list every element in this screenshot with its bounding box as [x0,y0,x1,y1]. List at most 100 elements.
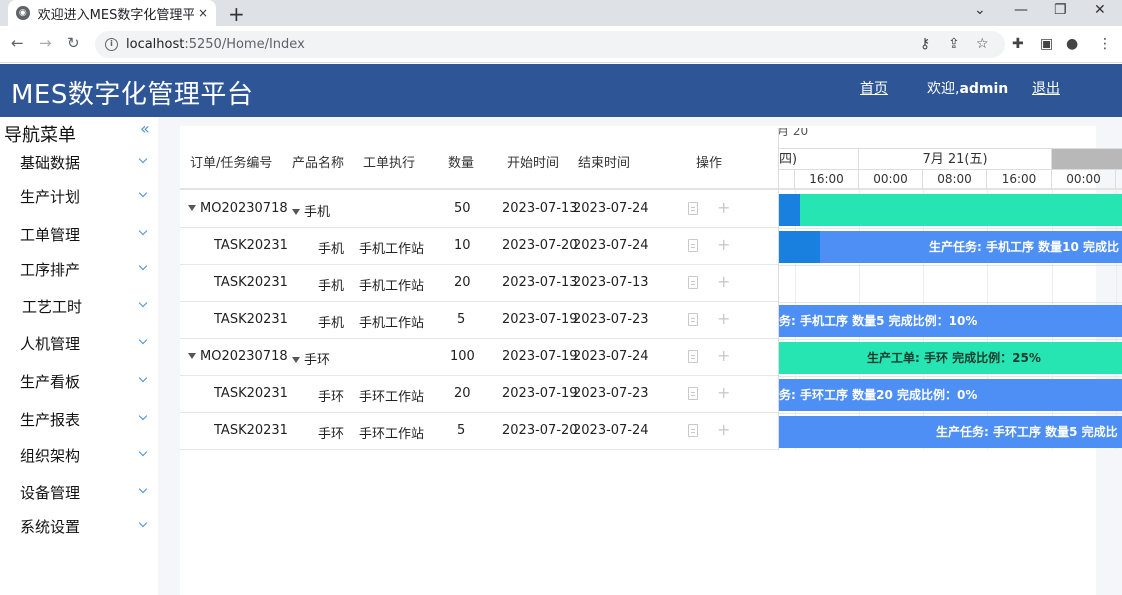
reload-icon[interactable]: ↻ [67,34,80,52]
key-icon[interactable]: ⚷ [920,36,930,52]
sidebar-item-settings[interactable]: 系统设置 [20,516,158,544]
share-icon[interactable]: ⇪ [948,36,960,52]
logout-link[interactable]: 退出 [1032,78,1060,98]
sidebar-item-work-orders[interactable]: 工单管理 [20,224,158,252]
product-name-text: 手机 [304,205,331,220]
qty: 100 [450,349,475,364]
gantt-bar-task[interactable]: 务: 手环工序 数量20 完成比例：0% [779,379,1122,411]
gantt-bar-task[interactable]: 生产任务: 手环工序 数量5 完成比 [779,416,1122,448]
gantt-row-line [779,413,1122,414]
restore-icon[interactable]: ❐ [1054,2,1067,18]
sidebar-item-label: 工艺工时 [22,298,83,316]
document-icon[interactable] [688,424,698,437]
sidebar-item-equipment[interactable]: 设备管理 [20,482,158,510]
add-icon[interactable]: + [717,383,730,402]
order-code[interactable]: MO20230718( [188,349,288,364]
chevron-down-icon [138,484,148,494]
new-tab-button[interactable]: + [228,2,245,26]
gantt-scale-top: 月 20 [779,128,1122,148]
gantt-chart[interactable]: 月 20 四) 7月 21(五) 7 16:00 00:00 08:00 16:… [778,128,1122,450]
sidebar-item-organization[interactable]: 组织架构 [20,445,158,473]
extension-icon[interactable]: ✚ [1012,36,1024,52]
browser-tab[interactable]: ◉ 欢迎进入MES数字化管理平 × [8,0,216,26]
sidebar-item-label: 工序排产 [20,261,81,279]
address-bar[interactable]: i localhost:5250/Home/Index [95,31,1005,58]
document-icon[interactable] [688,202,698,215]
welcome-prefix: 欢迎, [927,81,960,97]
header-order[interactable]: 订单/任务编号 [190,152,272,171]
gantt-hour: 16:00 [795,170,859,190]
header-station[interactable]: 工单执行 [363,152,415,171]
sidebar-item-man-machine[interactable]: 人机管理 [20,333,158,361]
table-row[interactable]: MO20230718( 手环 100 2023-07-19 2023-07-24… [180,339,778,376]
header-product[interactable]: 产品名称 [292,152,344,171]
chevron-down-icon [138,335,148,345]
order-code[interactable]: MO20230718( [188,201,288,216]
sidebar-item-scheduling[interactable]: 工序排产 [20,259,158,287]
add-icon[interactable]: + [717,235,730,254]
info-icon[interactable]: i [105,38,118,51]
sidebar-title: 导航菜单 [4,125,76,146]
add-icon[interactable]: + [717,198,730,217]
expand-icon[interactable] [292,357,300,363]
sidebar-item-process-hours[interactable]: 工艺工时 [22,296,160,324]
expand-icon[interactable] [292,209,300,215]
table-row[interactable]: TASK20231 手环 手环工作站 5 2023-07-20 2023-07-… [180,413,778,450]
gantt-bar-task[interactable]: 生产任务: 手机工序 数量10 完成比 [779,231,1122,263]
gantt-bar-task[interactable]: 务: 手机工序 数量5 完成比例：10% [779,305,1122,337]
sidebar-item-label: 组织架构 [20,447,81,465]
sidebar-item-basic-data[interactable]: 基础数据 [20,152,158,180]
menu-icon[interactable]: ⋮ [1098,36,1112,52]
document-icon[interactable] [688,276,698,289]
gantt-bar-order[interactable]: 生产工单: 手环 完成比例：25% [779,342,1122,374]
sidebar: 导航菜单 « 基础数据 生产计划 工单管理 工序排产 工艺工时 人机管理 生产看… [0,117,158,595]
document-icon[interactable] [688,387,698,400]
table-row[interactable]: TASK20231 手环 手环工作站 20 2023-07-19 2023-07… [180,376,778,413]
document-icon[interactable] [688,313,698,326]
qty: 5 [457,423,466,438]
table-row[interactable]: TASK20231 手机 手机工作站 5 2023-07-19 2023-07-… [180,302,778,339]
expand-icon[interactable] [188,353,196,359]
profile-icon[interactable]: ● [1066,36,1078,52]
header-actions: 操作 [696,156,723,171]
home-link[interactable]: 首页 [860,78,888,98]
sidebar-item-dashboard[interactable]: 生产看板 [20,371,158,399]
forward-icon[interactable]: → [39,34,52,52]
sidebar-item-label: 生产计划 [20,188,81,206]
close-window-icon[interactable]: ✕ [1094,2,1106,18]
chevron-down-icon [138,447,148,457]
start-date: 2023-07-19 [502,312,578,327]
header-qty[interactable]: 数量 [448,152,474,171]
product-name[interactable]: 手环 [292,349,330,368]
sidebar-item-reports[interactable]: 生产报表 [20,409,158,437]
back-icon[interactable]: ← [11,34,24,52]
end-date: 2023-07-13 [573,275,649,290]
bar-label: 生产任务: 手机工序 数量10 完成比 [929,240,1120,254]
table-row[interactable]: MO20230718( 手机 50 2023-07-13 2023-07-24 … [180,191,778,228]
sidepanel-icon[interactable]: ▣ [1040,36,1053,52]
header-end[interactable]: 结束时间 [578,152,630,171]
add-icon[interactable]: + [717,309,730,328]
gantt-bar-order[interactable] [779,194,1122,226]
minimize-icon[interactable]: — [1014,2,1028,18]
bar-progress-fill [779,194,800,226]
task-code: TASK20231 [214,386,288,401]
add-icon[interactable]: + [717,272,730,291]
table-row[interactable]: TASK20231 手机 手机工作站 10 2023-07-20 2023-07… [180,228,778,265]
document-icon[interactable] [688,350,698,363]
table-row[interactable]: TASK20231 手机 手机工作站 20 2023-07-13 2023-07… [180,265,778,302]
tab-search-icon[interactable]: ⌄ [974,2,986,18]
expand-icon[interactable] [188,205,196,211]
header-start[interactable]: 开始时间 [507,152,559,171]
collapse-icon[interactable]: « [140,119,150,138]
add-icon[interactable]: + [717,346,730,365]
chevron-down-icon [138,518,148,528]
tab-close-button[interactable]: × [198,6,208,20]
add-icon[interactable]: + [717,420,730,439]
sidebar-item-production-plan[interactable]: 生产计划 [20,186,158,214]
star-icon[interactable]: ☆ [976,36,989,52]
product-name[interactable]: 手机 [292,201,330,220]
chevron-down-icon [138,154,148,164]
sidebar-item-label: 人机管理 [20,335,81,353]
document-icon[interactable] [688,239,698,252]
